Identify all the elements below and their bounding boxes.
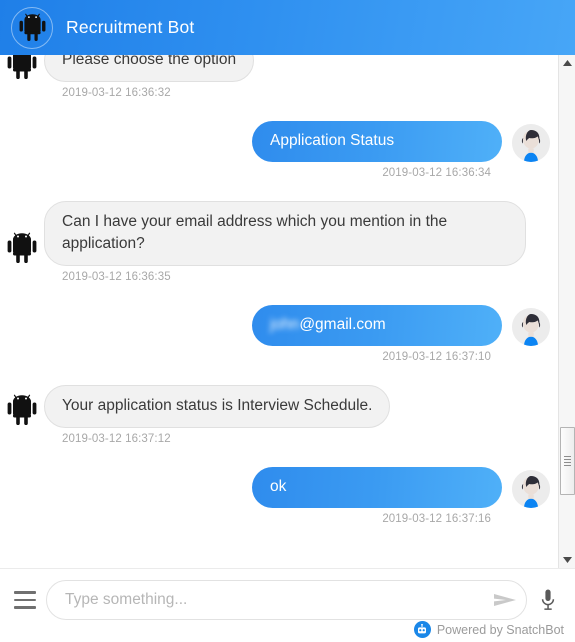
email-domain: @gmail.com [299, 316, 386, 333]
message-row-bot: Your application status is Interview Sch… [0, 385, 559, 445]
message-timestamp: 2019-03-12 16:37:12 [62, 433, 171, 445]
bot-message-bubble: Can I have your email address which you … [44, 201, 526, 266]
android-robot-icon [0, 232, 44, 266]
user-avatar [512, 470, 550, 508]
chat-header: Recruitment Bot [0, 0, 575, 55]
message-list[interactable]: Please choose the option 2019-03-12 16:3… [0, 0, 559, 568]
snatchbot-logo-icon [413, 621, 431, 638]
microphone-icon[interactable] [533, 588, 563, 612]
scroll-down-arrow-icon[interactable] [559, 551, 575, 568]
message-timestamp: 2019-03-12 16:36:35 [62, 271, 171, 283]
scrollbar-thumb[interactable] [560, 427, 575, 495]
page-title: Recruitment Bot [66, 17, 195, 37]
scrollbar-grip [564, 454, 571, 468]
message-row-user: john@gmail.com 2019-03-12 16:37:10 [0, 305, 559, 363]
composer-bar: Powered by SnatchBot [0, 568, 575, 642]
user-avatar [512, 308, 550, 346]
message-timestamp: 2019-03-12 16:36:34 [382, 167, 491, 179]
powered-by-footer[interactable]: Powered by SnatchBot [413, 621, 564, 638]
message-row-bot: Can I have your email address which you … [0, 201, 559, 283]
android-robot-icon [11, 6, 53, 49]
message-row-user: ok 2019-03-12 16:37:16 [0, 467, 559, 525]
user-avatar [512, 124, 550, 162]
scroll-up-arrow-icon[interactable] [559, 55, 575, 72]
android-robot-icon [0, 394, 44, 428]
message-input-container[interactable] [46, 580, 527, 620]
vertical-scrollbar[interactable] [558, 55, 575, 568]
user-message-bubble: ok [252, 467, 502, 508]
user-message-bubble: john@gmail.com [252, 305, 502, 346]
message-timestamp: 2019-03-12 16:36:32 [62, 87, 171, 99]
hamburger-menu-icon[interactable] [10, 591, 40, 609]
powered-by-label: Powered by SnatchBot [436, 622, 564, 637]
send-arrow-icon[interactable] [492, 591, 518, 609]
message-row-user: Application Status 2019-03-12 16:36:34 [0, 121, 559, 179]
message-timestamp: 2019-03-12 16:37:16 [382, 513, 491, 525]
redacted-username: john [270, 316, 300, 333]
message-input[interactable] [65, 591, 492, 609]
bot-message-bubble: Your application status is Interview Sch… [44, 385, 391, 428]
user-message-bubble: Application Status [252, 121, 502, 162]
chat-window: Please choose the option 2019-03-12 16:3… [0, 0, 575, 642]
message-timestamp: 2019-03-12 16:37:10 [382, 351, 491, 363]
